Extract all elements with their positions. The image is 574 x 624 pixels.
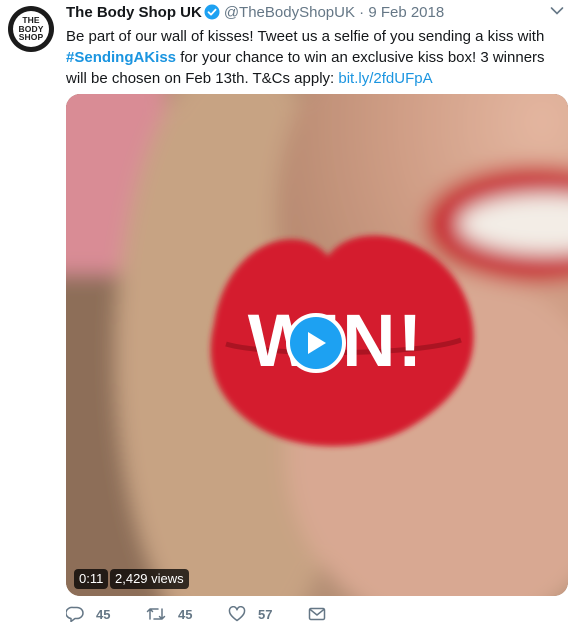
user-handle[interactable]: @TheBodyShopUK	[224, 4, 355, 21]
logo-line-3: SHOP	[18, 32, 44, 43]
retweet-button[interactable]: 45	[146, 606, 192, 622]
the-body-shop-logo: THE BODY SHOP	[13, 11, 49, 47]
like-button[interactable]: 57	[228, 606, 272, 622]
like-icon	[228, 606, 246, 622]
tweet-text: Be part of our wall of kisses! Tweet us …	[66, 26, 566, 89]
caret-down-icon[interactable]	[550, 6, 564, 16]
message-icon	[308, 607, 326, 621]
message-button[interactable]	[308, 606, 326, 622]
tweet-header: The Body Shop UK @TheBodyShopUK · 9 Feb 2…	[66, 4, 536, 24]
short-link[interactable]: bit.ly/2fdUFpA	[338, 70, 432, 87]
reply-count: 45	[96, 606, 111, 622]
video-views: 2,429 views	[110, 569, 189, 589]
retweet-icon	[146, 608, 166, 620]
video-duration: 0:11	[74, 569, 109, 589]
tweet-actions: 45 45 57	[66, 606, 426, 624]
hashtag-link[interactable]: #SendingAKiss	[66, 49, 176, 66]
avatar[interactable]: THE BODY SHOP	[8, 6, 54, 52]
play-icon	[308, 332, 326, 354]
separator: ·	[359, 4, 365, 21]
tweet-date[interactable]: 9 Feb 2018	[368, 4, 444, 21]
verified-icon	[204, 4, 220, 20]
like-count: 57	[258, 606, 273, 622]
play-button[interactable]	[286, 313, 346, 373]
retweet-count: 45	[178, 606, 193, 622]
reply-button[interactable]: 45	[66, 606, 110, 622]
display-name[interactable]: The Body Shop UK	[66, 4, 202, 21]
reply-icon	[66, 606, 84, 622]
tweet-text-part1: Be part of our wall of kisses! Tweet us …	[66, 28, 545, 45]
